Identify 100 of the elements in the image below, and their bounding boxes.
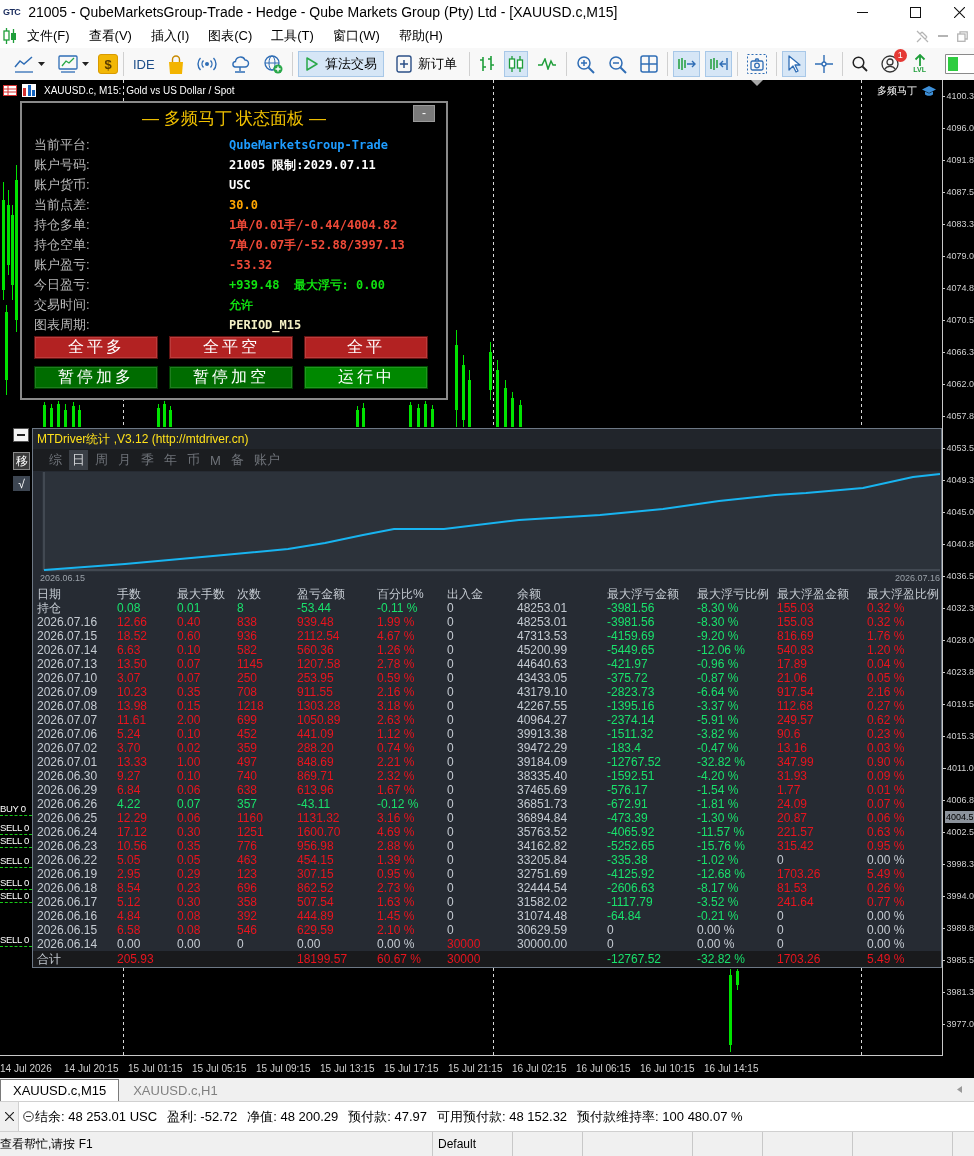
collapse-icon[interactable] xyxy=(23,1111,34,1122)
side-button[interactable]: 移 xyxy=(13,452,30,470)
action-button[interactable]: 暂停加多 xyxy=(34,366,158,389)
table-cell: 1.63 % xyxy=(377,895,415,909)
column-header[interactable]: 余额 xyxy=(517,587,541,601)
algo-trading-button[interactable]: 算法交易 xyxy=(297,51,384,77)
candlestick-button[interactable] xyxy=(503,51,528,77)
ide-button[interactable]: IDE xyxy=(129,51,159,77)
collapse-button[interactable] xyxy=(13,428,29,442)
stats-tab[interactable]: M xyxy=(207,451,224,469)
field-label: 交易时间: xyxy=(34,296,90,314)
column-header[interactable]: 盈亏金额 xyxy=(297,587,345,601)
table-cell: 0 xyxy=(447,629,454,643)
stats-tab[interactable]: 周 xyxy=(92,450,111,470)
price-label: 4074.8 xyxy=(946,282,974,294)
stats-tab[interactable]: 年 xyxy=(161,450,180,470)
table-cell: 0.10 xyxy=(177,769,201,783)
action-button[interactable]: 全平多 xyxy=(34,336,158,359)
stats-tab[interactable]: 季 xyxy=(138,450,157,470)
chart-tab[interactable]: XAUUSD.c,M15 xyxy=(0,1079,120,1101)
table-cell: 8.54 xyxy=(117,881,141,895)
stats-tab[interactable]: 账户 xyxy=(250,450,283,470)
menu-item[interactable]: 窗口(W) xyxy=(332,27,380,45)
action-button[interactable]: 运行中 xyxy=(304,366,428,389)
column-header[interactable]: 百分比% xyxy=(377,587,424,601)
action-button[interactable]: 暂停加空 xyxy=(169,366,293,389)
table-cell: 315.42 xyxy=(777,839,814,853)
auto-scroll-button[interactable] xyxy=(672,51,700,77)
menu-item[interactable]: 帮助(H) xyxy=(398,27,443,45)
cursor-button[interactable] xyxy=(781,51,806,77)
table-cell: -4.20 % xyxy=(697,769,739,783)
table-cell: -0.96 % xyxy=(697,657,739,671)
table-cell: 48253.01 xyxy=(517,615,568,629)
stats-tab[interactable]: 备 xyxy=(227,450,247,470)
graduation-cap-icon[interactable] xyxy=(922,85,936,97)
time-label: 16 Jul 10:15 xyxy=(640,1063,695,1074)
field-label: 账户盈亏: xyxy=(34,256,90,274)
close-icon[interactable] xyxy=(4,1112,14,1121)
table-cell: 0.04 % xyxy=(867,657,905,671)
ohlc-bars-icon xyxy=(478,55,495,73)
column-header[interactable]: 日期 xyxy=(37,587,61,601)
table-cell: 81.53 xyxy=(777,881,808,895)
table-cell: 0 xyxy=(777,853,784,867)
table-cell: -12.68 % xyxy=(697,867,746,881)
menu-item[interactable]: 查看(V) xyxy=(88,27,132,45)
candle xyxy=(736,968,739,991)
table-cell: 740 xyxy=(237,769,258,783)
table-cell: 47313.53 xyxy=(517,629,568,643)
column-header[interactable]: 手数 xyxy=(117,587,141,601)
stats-tab[interactable]: 日 xyxy=(69,450,88,470)
expert-name: 多频马丁 xyxy=(877,84,917,98)
date-cell: 2026.06.29 xyxy=(37,783,98,797)
table-cell: 936 xyxy=(237,629,258,643)
camera-icon xyxy=(746,54,767,74)
new-order-button[interactable]: 新订单 xyxy=(388,51,464,77)
date-cell: 2026.07.07 xyxy=(37,713,98,727)
action-button[interactable]: 全平 xyxy=(304,336,428,359)
price-label: 3994.0 xyxy=(946,890,974,902)
table-cell: 838 xyxy=(237,615,258,629)
chart-tab[interactable]: XAUUSD.c,H1 xyxy=(121,1080,230,1101)
chart-shift-button[interactable] xyxy=(704,51,732,77)
menu-item[interactable]: 工具(T) xyxy=(271,27,314,45)
stats-tab[interactable]: 综 xyxy=(46,450,65,470)
table-cell: 0.90 % xyxy=(867,755,905,769)
document-plus-icon xyxy=(395,55,412,73)
table-cell: 20.87 xyxy=(777,811,808,825)
column-header[interactable]: 最大手数 xyxy=(177,587,225,601)
column-header[interactable]: 次数 xyxy=(237,587,261,601)
table-cell: 0 xyxy=(447,797,454,811)
table-cell: -5252.65 xyxy=(607,839,655,853)
stats-tab[interactable]: 币 xyxy=(184,450,203,470)
bar-chart-icon[interactable] xyxy=(22,84,36,97)
table-cell: 359 xyxy=(237,741,258,755)
column-header[interactable]: 最大浮盈比例 xyxy=(867,587,939,601)
date-cell: 2026.06.17 xyxy=(37,895,98,909)
table-cell: 0.35 xyxy=(177,685,201,699)
table-cell: -12767.52 xyxy=(607,951,662,967)
dollar-button[interactable]: $ xyxy=(98,54,118,74)
menu-item[interactable]: 文件(F) xyxy=(27,27,70,45)
column-header[interactable]: 最大浮盈金额 xyxy=(777,587,849,601)
menu-item[interactable]: 图表(C) xyxy=(208,27,253,45)
action-button[interactable]: 全平空 xyxy=(169,336,293,359)
table-cell: 1.67 % xyxy=(377,783,415,797)
stats-window-title: MTDriver统计 ,V3.12 (http://mtdriver.cn) xyxy=(37,430,249,448)
column-header[interactable]: 最大浮亏金额 xyxy=(607,587,679,601)
table-cell: 939.48 xyxy=(297,615,334,629)
side-button[interactable]: √ xyxy=(13,476,30,491)
collapse-button[interactable]: - xyxy=(413,105,435,122)
table-cell: -5.91 % xyxy=(697,713,739,727)
column-header[interactable]: 最大浮亏比例 xyxy=(697,587,769,601)
table-icon[interactable] xyxy=(3,85,17,96)
shopping-bag-icon xyxy=(167,54,184,74)
table-cell: 0 xyxy=(447,895,454,909)
column-header[interactable]: 出入金 xyxy=(447,587,483,601)
table-cell: 0 xyxy=(447,853,454,867)
menu-item[interactable]: 插入(I) xyxy=(150,27,190,45)
table-cell: 358 xyxy=(237,895,258,909)
table-cell: 2112.54 xyxy=(297,629,340,643)
stats-tab[interactable]: 月 xyxy=(115,450,134,470)
table-cell: 0 xyxy=(447,657,454,671)
